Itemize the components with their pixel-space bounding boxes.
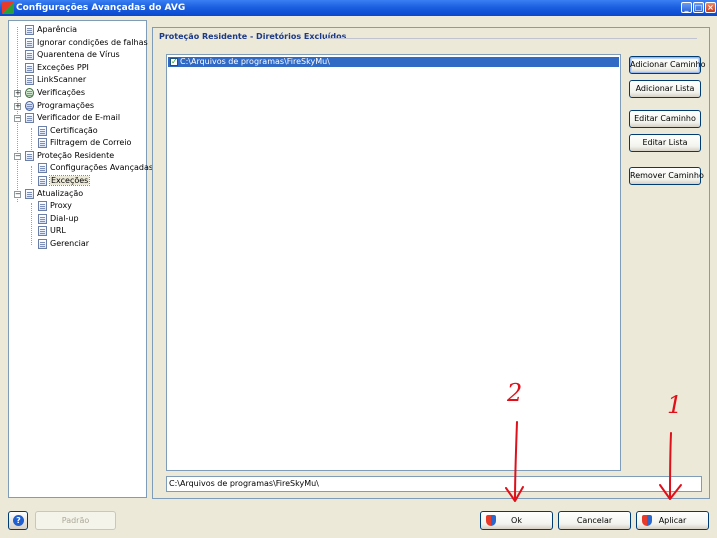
magnifier-icon — [25, 88, 34, 98]
ok-button[interactable]: Ok — [480, 511, 553, 530]
page-icon — [38, 201, 47, 211]
tree-item-proxy[interactable]: Proxy — [38, 200, 72, 212]
content-panel: Proteção Residente - Diretórios Excluído… — [152, 27, 710, 499]
page-icon — [25, 38, 34, 48]
page-icon — [25, 50, 34, 60]
tree-item-configuracoes-avancadas[interactable]: Configurações Avançadas — [38, 162, 153, 174]
window-title: Configurações Avançadas do AVG — [16, 3, 186, 13]
collapse-atualizacao-icon[interactable]: − — [14, 191, 21, 198]
page-icon — [25, 25, 34, 35]
page-icon — [38, 226, 47, 236]
page-icon — [25, 189, 34, 199]
avg-app-icon — [2, 2, 14, 14]
help-button[interactable]: ? — [8, 511, 28, 530]
section-title: Proteção Residente - Diretórios Excluído… — [159, 32, 347, 41]
default-button[interactable]: Padrão — [35, 511, 116, 530]
tree-item-aparencia[interactable]: Aparência — [25, 24, 77, 36]
page-icon — [25, 63, 34, 73]
page-icon — [38, 239, 47, 249]
tree-item-atualizacao[interactable]: Atualização — [25, 188, 83, 200]
help-icon: ? — [13, 515, 24, 526]
edit-list-button[interactable]: Editar Lista — [629, 134, 701, 152]
tree-item-ignorar-falhas[interactable]: Ignorar condições de falhas — [25, 37, 148, 49]
shield-icon — [486, 515, 496, 526]
tree-item-gerenciar[interactable]: Gerenciar — [38, 238, 89, 250]
collapse-protecao-icon[interactable]: − — [14, 153, 21, 160]
page-icon — [25, 113, 34, 123]
tree-item-url[interactable]: URL — [38, 225, 66, 237]
page-icon — [25, 75, 34, 85]
remove-path-button[interactable]: Remover Caminho — [629, 167, 704, 185]
page-icon — [38, 126, 47, 136]
minimize-button[interactable]: _ — [681, 2, 692, 13]
maximize-button[interactable]: □ — [693, 2, 704, 13]
tree-item-filtragem-correio[interactable]: Filtragem de Correio — [38, 137, 131, 149]
tree-item-programacoes[interactable]: Programações — [25, 100, 94, 112]
shield-icon — [642, 515, 652, 526]
edit-path-button[interactable]: Editar Caminho — [629, 110, 701, 128]
apply-button[interactable]: Aplicar — [636, 511, 709, 530]
expand-verificacoes-icon[interactable]: + — [14, 90, 21, 97]
add-path-button[interactable]: Adicionar Caminho — [629, 56, 706, 74]
expand-programacoes-icon[interactable]: + — [14, 103, 21, 110]
section-divider — [325, 38, 697, 39]
tree-item-dial-up[interactable]: Dial-up — [38, 213, 79, 225]
add-list-button[interactable]: Adicionar Lista — [629, 80, 701, 98]
tree-item-quarentena[interactable]: Quarentena de Vírus — [25, 49, 120, 61]
checkbox-checked-icon[interactable]: ✓ — [170, 58, 178, 66]
title-bar: Configurações Avançadas do AVG _ □ × — [0, 0, 717, 16]
tree-item-verificacoes[interactable]: Verificações — [25, 87, 85, 99]
page-icon — [25, 151, 34, 161]
page-icon — [38, 163, 47, 173]
tree-item-linkscanner[interactable]: LinkScanner — [25, 74, 86, 86]
collapse-email-icon[interactable]: − — [14, 115, 21, 122]
page-icon — [38, 176, 47, 186]
close-button[interactable]: × — [705, 2, 716, 13]
tree-item-verificador-email[interactable]: Verificador de E-mail — [25, 112, 120, 124]
settings-tree[interactable]: Aparência Ignorar condições de falhas Qu… — [8, 20, 153, 498]
tree-item-excecoes[interactable]: Exceções — [38, 175, 91, 187]
page-icon — [38, 214, 47, 224]
list-item[interactable]: ✓ C:\Arquivos de programas\FireSkyMu\ — [168, 57, 619, 67]
clock-icon — [25, 101, 34, 111]
tree-item-excecoes-ppi[interactable]: Exceções PPI — [25, 62, 89, 74]
page-icon — [38, 138, 47, 148]
tree-item-protecao-residente[interactable]: Proteção Residente — [25, 150, 114, 162]
tree-item-certificacao[interactable]: Certificação — [38, 125, 98, 137]
path-field[interactable]: C:\Arquivos de programas\FireSkyMu\ — [166, 476, 702, 492]
excluded-dirs-list[interactable]: ✓ C:\Arquivos de programas\FireSkyMu\ — [166, 54, 621, 471]
cancel-button[interactable]: Cancelar — [558, 511, 631, 530]
